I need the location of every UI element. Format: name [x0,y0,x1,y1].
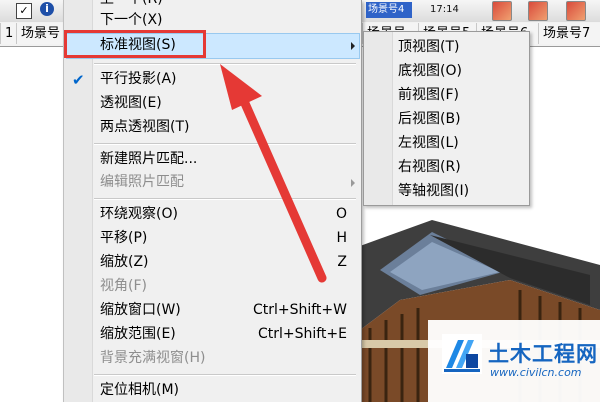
submenu-item-iso[interactable]: 等轴视图(I) [398,179,469,203]
view-menu: ✔ 上一个(R) 下一个(X) 标准视图(S) 平行投影(A) 透视图(E) 两… [63,0,362,402]
menu-separator [94,198,356,200]
menu-item-zoom-window[interactable]: 缩放窗口(W) [100,299,181,321]
shortcut-pan: H [336,230,347,246]
toolbar-view-tab[interactable]: 场景号4 [366,2,412,18]
shortcut-zoom-extents: Ctrl+Shift+E [257,326,347,342]
menu-separator [94,63,356,65]
house-icon[interactable] [492,1,512,21]
submenu-arrow-icon [351,179,355,187]
shortcut-zoom: Z [337,254,347,270]
scene-tab[interactable]: 场景号7 [538,23,600,44]
info-icon[interactable]: i [40,2,54,16]
submenu-arrow-icon [351,42,355,50]
menu-separator [94,374,356,376]
civilcn-logo-icon [442,334,482,374]
submenu-item-back[interactable]: 后视图(B) [398,107,461,131]
toolbar-time: 17:14 [430,4,459,15]
watermark-url: www.civilcn.com [490,366,582,379]
house-icon[interactable] [566,1,586,21]
menu-item-new-photo-match[interactable]: 新建照片匹配... [100,148,197,170]
menu-item-next[interactable]: 下一个(X) [100,9,163,31]
annotation-box [64,30,206,58]
menu-item-zoom-extents[interactable]: 缩放范围(E) [100,323,176,345]
menu-item-two-point-perspective[interactable]: 两点透视图(T) [100,116,189,138]
submenu-item-left[interactable]: 左视图(L) [398,131,459,155]
menu-item-field-of-view: 视角(F) [100,278,147,294]
submenu-item-bottom[interactable]: 底视图(O) [398,59,462,83]
menu-item-perspective[interactable]: 透视图(E) [100,92,162,114]
menu-item-zoom[interactable]: 缩放(Z) [100,251,149,273]
submenu-item-top[interactable]: 顶视图(T) [398,35,459,59]
standard-views-submenu: 顶视图(T) 底视图(O) 前视图(F) 后视图(B) 左视图(L) 右视图(R… [363,31,530,206]
watermark-site-name: 土木工程网 [488,342,598,366]
watermark: 土木工程网 www.civilcn.com [428,320,600,402]
checkmark-icon: ✔ [72,71,85,89]
submenu-item-right[interactable]: 右视图(R) [398,155,461,179]
shortcut-zoom-window: Ctrl+Shift+W [252,302,347,318]
menu-separator [94,143,356,145]
menu-item-pan[interactable]: 平移(P) [100,227,147,249]
menu-gutter [64,0,93,402]
house-icon[interactable] [528,1,548,21]
menu-item-edit-photo-match: 编辑照片匹配 [100,174,184,190]
menu-item-parallel-projection[interactable]: 平行投影(A) [100,68,177,90]
menu-gutter [364,32,393,205]
menu-item-zoom-to-background: 背景充满视窗(H) [100,350,206,366]
submenu-item-front[interactable]: 前视图(F) [398,83,459,107]
menu-item-orbit[interactable]: 环绕观察(O) [100,203,178,225]
menu-item-position-camera[interactable]: 定位相机(M) [100,379,179,401]
checkbox-icon[interactable]: ✓ [16,3,32,19]
shortcut-orbit: O [335,206,347,222]
